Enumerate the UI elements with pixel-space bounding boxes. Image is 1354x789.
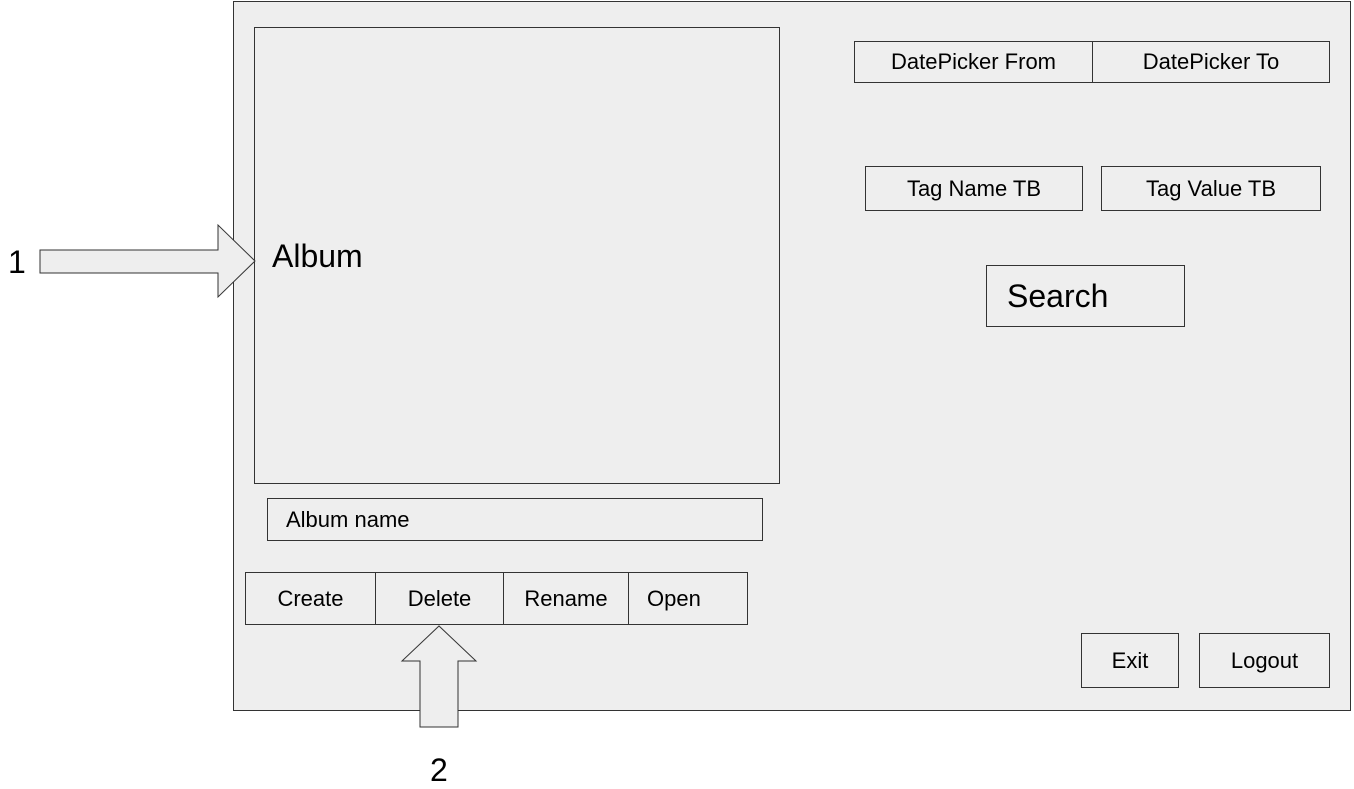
up-arrow-icon <box>400 625 478 728</box>
annotation-label-1: 1 <box>8 244 26 280</box>
annotation-arrows <box>39 223 478 728</box>
annotation-label-2: 2 <box>430 752 448 788</box>
right-arrow-icon <box>39 223 256 299</box>
